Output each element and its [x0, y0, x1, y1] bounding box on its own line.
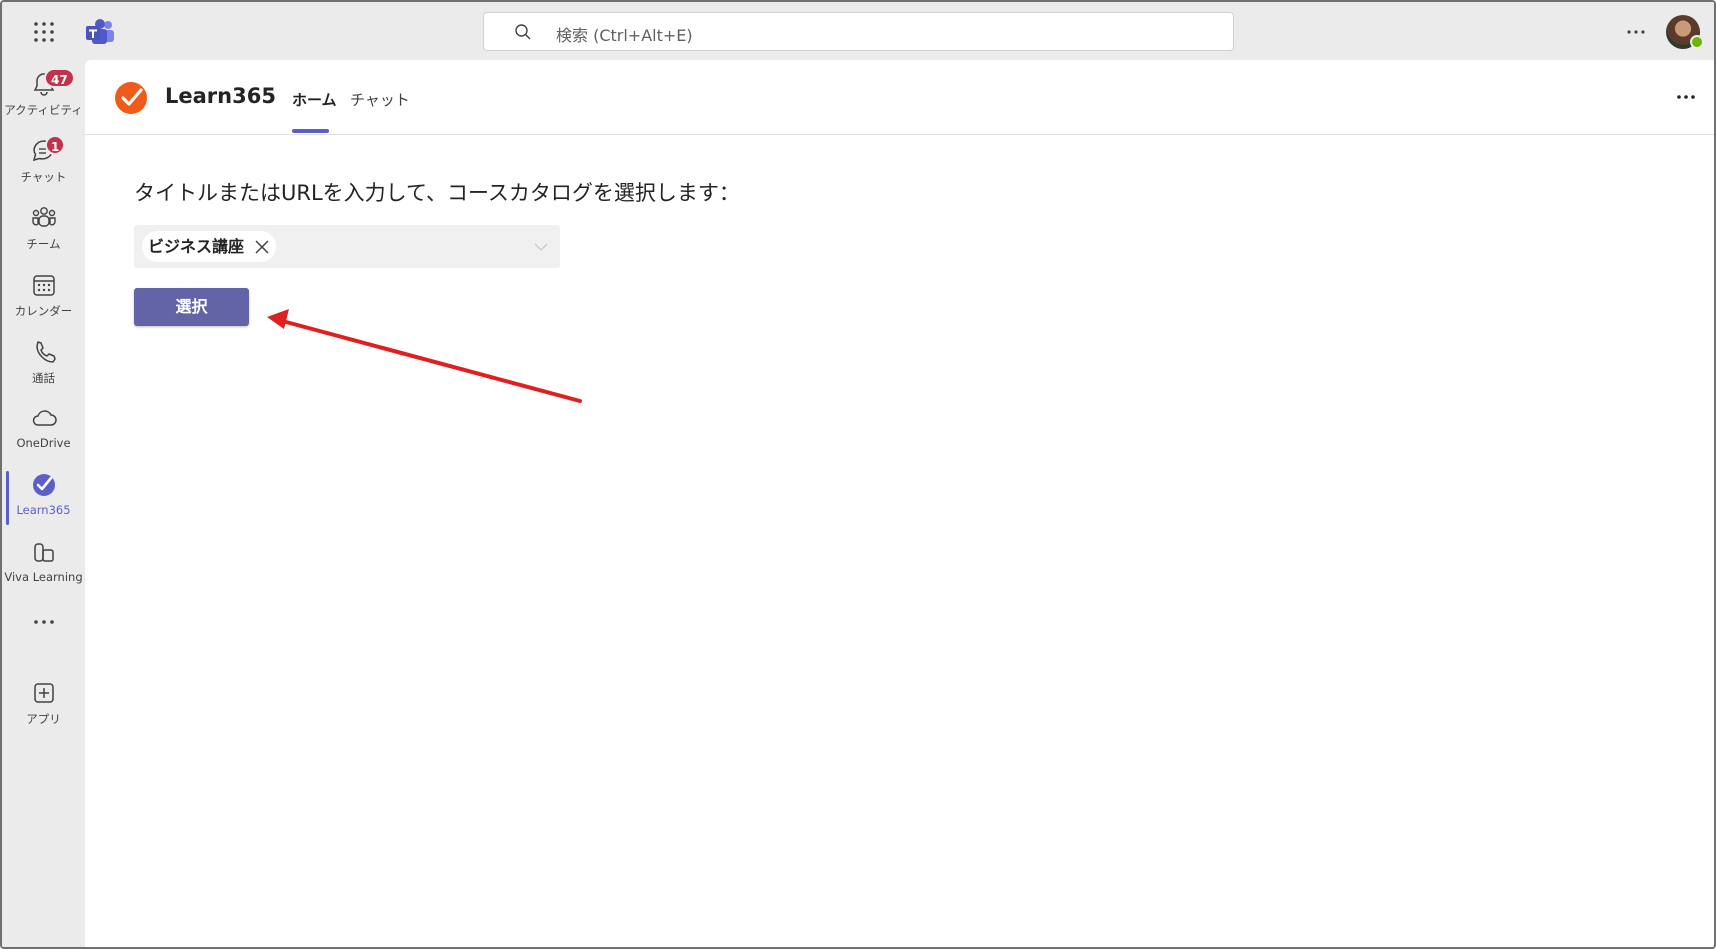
add-app-icon	[34, 683, 54, 703]
search-placeholder: 検索 (Ctrl+Alt+E)	[556, 26, 693, 45]
search-icon	[515, 24, 531, 40]
more-apps-icon	[34, 620, 54, 624]
rail-item-chat[interactable]: 1 チャット	[2, 129, 85, 193]
app-title: Learn365	[165, 84, 276, 108]
title-bar: 検索 (Ctrl+Alt+E)	[2, 2, 1714, 60]
rail-item-label: Learn365	[16, 503, 71, 517]
activity-badge: 47	[44, 68, 75, 88]
selected-catalog-chip: ビジネス講座	[142, 231, 277, 262]
rail-item-label: OneDrive	[16, 436, 71, 450]
rail-item-learn365[interactable]: Learn365	[2, 463, 85, 527]
chat-badge: 1	[45, 135, 66, 155]
rail-more-apps[interactable]	[2, 610, 85, 640]
rail-item-label: チーム	[26, 237, 61, 251]
rail-item-label: カレンダー	[14, 304, 73, 318]
rail-item-label: チャット	[20, 170, 67, 184]
teams-icon	[32, 207, 56, 227]
rail-item-viva-learning[interactable]: Viva Learning	[2, 530, 85, 594]
teams-logo-icon	[86, 19, 114, 44]
catalog-prompt: タイトルまたはURLを入力して、コースカタログを選択します：	[134, 181, 740, 205]
rail-item-teams[interactable]: チーム	[2, 196, 85, 260]
app-launcher-icon[interactable]	[32, 20, 56, 44]
search-box[interactable]: 検索 (Ctrl+Alt+E)	[483, 12, 1234, 51]
rail-item-activity[interactable]: 47 アクティビティ	[2, 62, 85, 126]
app-rail: 47 アクティビティ 1 チャット チーム カレンダー 通話 OneDrive …	[2, 60, 85, 947]
presence-available-icon	[1690, 35, 1704, 49]
tab-home[interactable]: ホーム	[292, 89, 337, 110]
rail-item-label: アクティビティ	[4, 103, 83, 117]
catalog-combobox[interactable]: ビジネス講座	[134, 225, 560, 268]
main-panel: Learn365 ホーム チャット タイトルまたはURLを入力して、コースカタロ…	[85, 60, 1714, 947]
cloud-icon	[32, 410, 57, 426]
phone-icon	[36, 341, 56, 363]
more-options-icon[interactable]	[1622, 20, 1650, 44]
tab-selected-indicator	[292, 129, 329, 133]
more-options-icon[interactable]	[1675, 88, 1697, 106]
chevron-down-icon[interactable]	[534, 242, 548, 252]
rail-item-calendar[interactable]: カレンダー	[2, 263, 85, 327]
select-button[interactable]: 選択	[134, 288, 249, 326]
rail-item-label: 通話	[32, 371, 55, 385]
rail-item-label: アプリ	[26, 712, 61, 726]
rail-item-apps[interactable]: アプリ	[2, 671, 85, 735]
teams-window: 検索 (Ctrl+Alt+E) 47 アクティビティ 1 チャット チーム カレ…	[0, 0, 1716, 949]
app-header: Learn365 ホーム チャット	[85, 60, 1714, 135]
close-icon[interactable]	[254, 239, 270, 255]
rail-item-calls[interactable]: 通話	[2, 330, 85, 394]
rail-item-label: Viva Learning	[4, 570, 83, 584]
viva-learning-icon	[34, 543, 54, 562]
rail-item-onedrive[interactable]: OneDrive	[2, 396, 85, 460]
learn365-logo-icon	[115, 82, 147, 114]
learn365-icon	[33, 474, 55, 496]
calendar-icon	[33, 275, 55, 296]
tab-chat[interactable]: チャット	[350, 89, 410, 110]
chip-label: ビジネス講座	[148, 237, 245, 256]
